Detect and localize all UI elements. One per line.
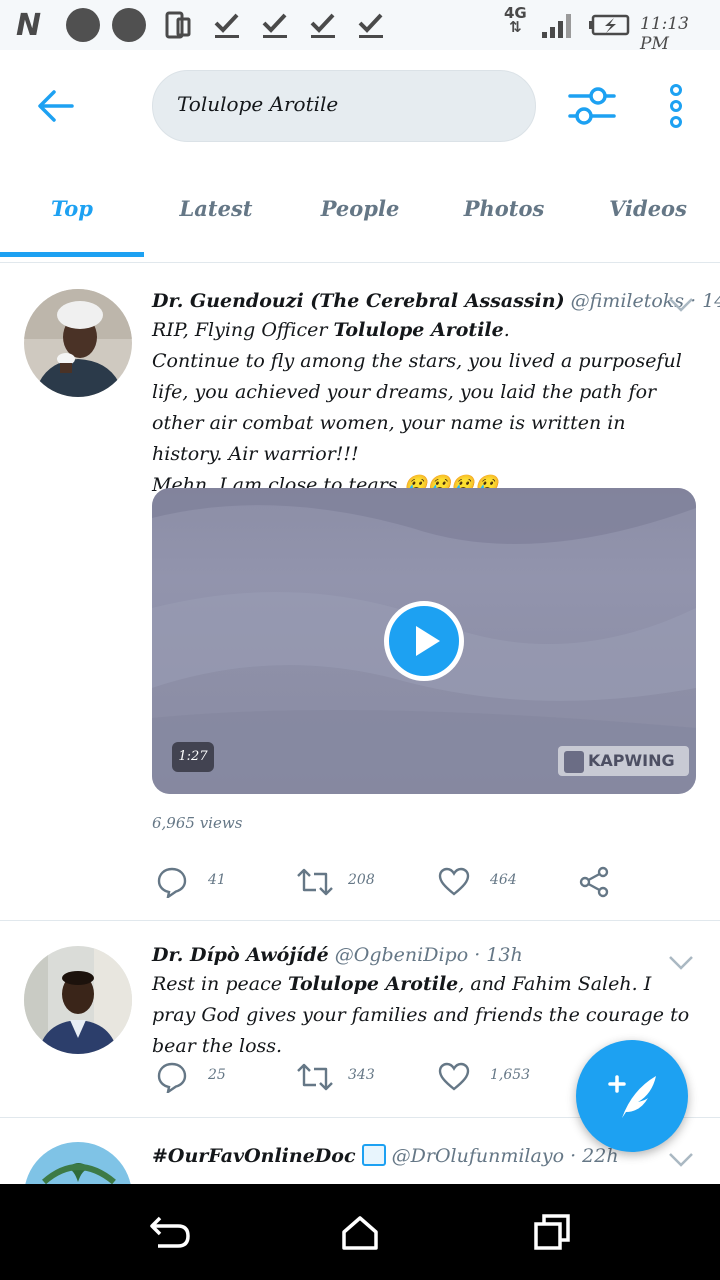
- retweet-icon: [297, 868, 333, 896]
- tab-latest[interactable]: Latest: [144, 170, 288, 256]
- more-options-icon[interactable]: [664, 84, 688, 128]
- compose-feather-icon: [608, 1075, 656, 1118]
- tab-top[interactable]: Top: [0, 170, 144, 256]
- tweet-header: Dr. Guendouzi (The Cerebral Assassin) @f…: [152, 287, 720, 315]
- download-done-icon: [310, 13, 335, 38]
- data-arrows-icon: ⇅: [509, 18, 522, 36]
- reply-count: 25: [208, 1067, 226, 1083]
- highlighted-keyword: Tolulope Arotile: [333, 319, 504, 341]
- search-query: Tolulope Arotile: [177, 92, 339, 116]
- reply-button[interactable]: 41: [156, 862, 256, 902]
- like-button[interactable]: 1,653: [438, 1057, 558, 1097]
- avatar-image: [24, 1142, 132, 1184]
- tweet-text-segment: .: [503, 319, 510, 341]
- retweet-icon: [297, 1063, 333, 1091]
- reply-count: 41: [208, 872, 226, 888]
- tab-people[interactable]: People: [288, 170, 432, 256]
- status-bar: N 4G ⇅ 11:13 PM: [0, 0, 720, 54]
- download-done-icon: [214, 13, 239, 38]
- tweet-author-name[interactable]: Dr. Dípò Awójídé: [152, 944, 329, 966]
- tweet-text-segment: Rest in peace: [152, 973, 288, 995]
- tweet-author-name[interactable]: #OurFavOnlineDoc: [152, 1145, 356, 1167]
- play-button[interactable]: [384, 601, 464, 681]
- share-icon: [579, 866, 609, 898]
- tab-photos[interactable]: Photos: [432, 170, 576, 256]
- phone-icon: [165, 11, 191, 39]
- tweet-header: Dr. Dípò Awójídé @OgbeniDipo · 13h: [152, 941, 700, 969]
- nav-recents-icon[interactable]: [530, 1212, 574, 1252]
- reply-button[interactable]: 25: [156, 1057, 256, 1097]
- retweet-button[interactable]: 343: [296, 1057, 416, 1097]
- search-input[interactable]: Tolulope Arotile: [152, 70, 536, 142]
- tab-videos[interactable]: Videos: [576, 170, 720, 256]
- retweet-count: 208: [348, 872, 375, 888]
- heart-icon: [438, 1062, 470, 1091]
- tweet-author-handle[interactable]: @OgbeniDipo: [335, 944, 468, 966]
- download-done-icon: [358, 13, 383, 38]
- tweet-timestamp: · 14h: [690, 290, 720, 312]
- video-player[interactable]: 1:27 KAPWING: [152, 488, 696, 794]
- retweet-count: 343: [348, 1067, 375, 1083]
- avatar-image: [24, 289, 132, 397]
- like-count: 1,653: [490, 1067, 531, 1083]
- like-count: 464: [490, 872, 517, 888]
- avatar[interactable]: [24, 946, 132, 1054]
- notification-circle-icon: [112, 8, 146, 42]
- compose-tweet-button[interactable]: [576, 1040, 688, 1152]
- tweet-text-segment: RIP, Flying Officer: [152, 319, 334, 341]
- owl-logo-icon: [564, 750, 584, 773]
- tweet-content: Dr. Guendouzi (The Cerebral Assassin) @f…: [152, 287, 720, 501]
- tweet-actions: 25 343 1,653: [156, 1057, 576, 1097]
- verified-badge-icon: [361, 1144, 386, 1166]
- tweet-timestamp: · 13h: [474, 944, 523, 966]
- active-tab-indicator: [0, 252, 144, 257]
- system-nav-bar: [0, 1184, 720, 1280]
- nav-home-icon[interactable]: [338, 1212, 382, 1252]
- clock: 11:13 PM: [640, 14, 689, 54]
- tweet-actions: 41 208 464: [156, 862, 616, 902]
- video-duration: 1:27: [172, 742, 214, 772]
- play-icon: [416, 626, 440, 656]
- view-count: 6,965 views: [152, 814, 243, 832]
- like-button[interactable]: 464: [438, 862, 538, 902]
- back-arrow-icon[interactable]: [32, 84, 80, 128]
- reply-icon: [157, 867, 187, 898]
- watermark-text: KAPWING: [588, 751, 675, 770]
- search-tabs: Top Latest People Photos Videos: [0, 170, 720, 260]
- reply-icon: [157, 1062, 187, 1093]
- tweet-text: RIP, Flying Officer Tolulope Arotile. Co…: [152, 315, 700, 501]
- battery-charging-icon: [589, 14, 630, 36]
- avatar[interactable]: [24, 289, 132, 397]
- search-filter-icon[interactable]: [566, 84, 618, 128]
- tweet-author-name[interactable]: Dr. Guendouzi (The Cerebral Assassin): [152, 290, 565, 312]
- avatar[interactable]: [24, 1142, 132, 1184]
- notification-n-icon: N: [16, 8, 42, 43]
- notification-circle-icon: [66, 8, 100, 42]
- download-done-icon: [262, 13, 287, 38]
- chevron-down-icon[interactable]: [668, 297, 694, 313]
- network-type: 4G ⇅: [504, 6, 527, 36]
- chevron-down-icon[interactable]: [668, 955, 694, 971]
- nav-back-icon[interactable]: [148, 1212, 192, 1252]
- avatar-image: [24, 946, 132, 1054]
- signal-icon: [542, 14, 571, 38]
- share-button[interactable]: [578, 862, 614, 902]
- tweet-text-segment: Continue to fly among the stars, you liv…: [152, 350, 682, 465]
- kapwing-watermark: KAPWING: [558, 746, 689, 776]
- tweet-author-handle[interactable]: @DrOlufunmilayo: [392, 1145, 564, 1167]
- chevron-down-icon[interactable]: [668, 1152, 694, 1168]
- highlighted-keyword: Tolulope Arotile: [288, 973, 459, 995]
- heart-icon: [438, 867, 470, 896]
- retweet-button[interactable]: 208: [296, 862, 416, 902]
